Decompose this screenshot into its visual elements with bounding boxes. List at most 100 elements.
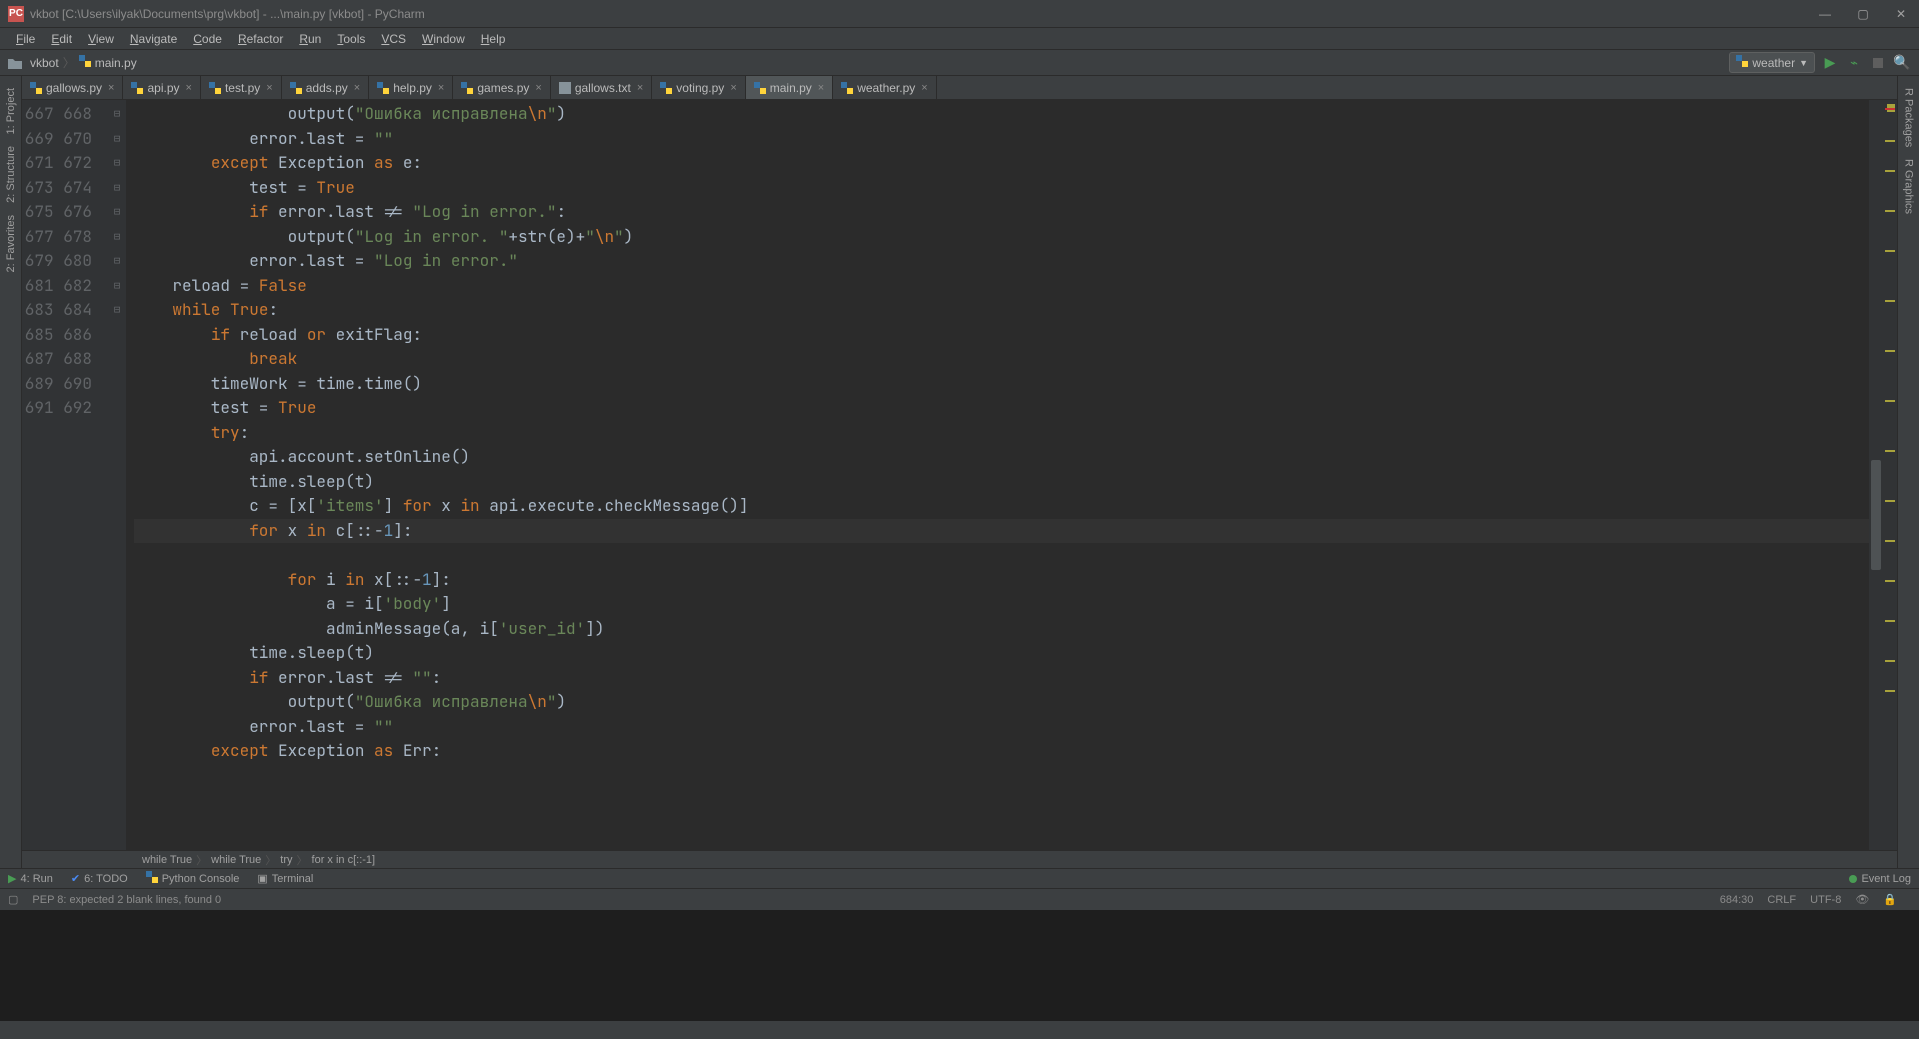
status-line-ending[interactable]: CRLF: [1767, 894, 1796, 906]
stop-button[interactable]: [1869, 54, 1887, 72]
warn-marker[interactable]: [1885, 210, 1895, 212]
file-tab-weather-py[interactable]: weather.py×: [833, 76, 936, 99]
run-config-name: weather: [1752, 56, 1795, 70]
app-icon: PC: [8, 6, 24, 22]
menu-refactor[interactable]: Refactor: [230, 30, 291, 48]
menu-window[interactable]: Window: [414, 30, 473, 48]
file-tab-help-py[interactable]: help.py×: [369, 76, 453, 99]
breadcrumb-item[interactable]: try: [280, 854, 292, 866]
tab-label: voting.py: [676, 81, 724, 95]
scrollbar-vertical[interactable]: [1869, 100, 1883, 850]
breadcrumb-file[interactable]: main.py: [95, 56, 137, 70]
breadcrumb-item[interactable]: while True: [211, 854, 261, 866]
tab-close-icon[interactable]: ×: [186, 82, 192, 94]
code-area[interactable]: output("Ошибка исправлена\n") error.last…: [126, 100, 1869, 850]
file-tab-gallows-txt[interactable]: gallows.txt×: [551, 76, 652, 99]
debug-button[interactable]: ⌁: [1845, 54, 1863, 72]
warn-marker[interactable]: [1885, 350, 1895, 352]
tab-close-icon[interactable]: ×: [438, 82, 444, 94]
tool-window-label: 6: TODO: [84, 873, 128, 885]
tab-close-icon[interactable]: ×: [921, 82, 927, 94]
tool-window-todo[interactable]: ✔6: TODO: [71, 872, 128, 885]
status-cursor-pos[interactable]: 684:30: [1720, 894, 1754, 906]
breadcrumb-item[interactable]: while True: [142, 854, 192, 866]
warn-marker[interactable]: [1885, 500, 1895, 502]
menu-run[interactable]: Run: [291, 30, 329, 48]
scrollbar-thumb[interactable]: [1871, 460, 1881, 570]
left-tool-gutter: 1: Project 2: Structure 2: Favorites: [0, 76, 22, 868]
side-tab-project[interactable]: 1: Project: [5, 88, 17, 134]
menu-edit[interactable]: Edit: [43, 30, 80, 48]
tab-close-icon[interactable]: ×: [730, 82, 736, 94]
file-tab-voting-py[interactable]: voting.py ×: [652, 76, 745, 99]
run-button[interactable]: ▶: [1821, 54, 1839, 72]
window-title: vkbot [C:\Users\ilyak\Documents\prg\vkbo…: [30, 7, 1815, 21]
side-tab-favorites[interactable]: 2: Favorites: [5, 215, 17, 272]
side-tab-rgraphics[interactable]: R Graphics: [1903, 159, 1915, 214]
status-square-icon[interactable]: ▢: [8, 893, 18, 906]
warn-marker[interactable]: [1885, 540, 1895, 542]
tab-close-icon[interactable]: ×: [354, 82, 360, 94]
status-lock-icon[interactable]: 🔒: [1883, 893, 1897, 906]
desktop-background: [0, 910, 1919, 1021]
menu-vcs[interactable]: VCS: [373, 30, 414, 48]
menu-tools[interactable]: Tools: [329, 30, 373, 48]
warn-marker[interactable]: [1885, 400, 1895, 402]
side-tab-structure[interactable]: 2: Structure: [5, 146, 17, 203]
file-tab-api-py[interactable]: api.py×: [123, 76, 200, 99]
tool-window-pythonconsole[interactable]: Python Console: [146, 871, 240, 886]
close-button[interactable]: ✕: [1891, 4, 1911, 24]
fold-gutter[interactable]: ⊟ ⊟ ⊟ ⊟ ⊟ ⊟ ⊟ ⊟ ⊟: [108, 100, 126, 850]
menu-help[interactable]: Help: [473, 30, 514, 48]
file-tab-test-py[interactable]: test.py×: [201, 76, 282, 99]
maximize-button[interactable]: ▢: [1853, 4, 1873, 24]
tab-close-icon[interactable]: ×: [108, 82, 114, 94]
file-tab-gallows-py[interactable]: gallows.py ×: [22, 76, 123, 99]
tab-label: gallows.py: [46, 81, 102, 95]
warn-marker[interactable]: [1885, 300, 1895, 302]
file-tab-main-py[interactable]: main.py ×: [746, 76, 833, 99]
status-inspections[interactable]: 👁: [1855, 893, 1869, 906]
menu-file[interactable]: File: [8, 30, 43, 48]
warn-marker[interactable]: [1885, 690, 1895, 692]
tool-window-run[interactable]: ▶4: Run: [8, 872, 53, 885]
minimize-button[interactable]: —: [1815, 4, 1835, 24]
warn-marker[interactable]: [1885, 170, 1895, 172]
menu-code[interactable]: Code: [185, 30, 230, 48]
run-config-selector[interactable]: weather ▼: [1729, 52, 1815, 73]
menu-view[interactable]: View: [80, 30, 122, 48]
dropdown-icon: ▼: [1799, 58, 1808, 68]
status-encoding[interactable]: UTF-8: [1810, 894, 1841, 906]
file-icon: [559, 82, 571, 94]
tab-close-icon[interactable]: ×: [818, 82, 824, 94]
event-log-button[interactable]: Event Log: [1849, 873, 1911, 885]
tab-close-icon[interactable]: ×: [266, 82, 272, 94]
menu-navigate[interactable]: Navigate: [122, 30, 185, 48]
error-marker[interactable]: [1885, 108, 1895, 110]
file-icon: [290, 82, 302, 94]
tab-close-icon[interactable]: ×: [637, 82, 643, 94]
tab-label: main.py: [770, 81, 812, 95]
breadcrumb-project[interactable]: vkbot: [30, 56, 59, 70]
file-tab-games-py[interactable]: games.py×: [453, 76, 550, 99]
warn-marker[interactable]: [1885, 620, 1895, 622]
file-icon: [461, 82, 473, 94]
line-number-gutter: 667 668 669 670 671 672 673 674 675 676 …: [22, 100, 108, 850]
code-editor[interactable]: 667 668 669 670 671 672 673 674 675 676 …: [22, 100, 1897, 850]
breadcrumb-item[interactable]: for x in c[::-1]: [312, 854, 376, 866]
warn-marker[interactable]: [1885, 580, 1895, 582]
tab-close-icon[interactable]: ×: [535, 82, 541, 94]
warn-marker[interactable]: [1885, 250, 1895, 252]
structure-breadcrumb: while True〉while True〉try〉for x in c[::-…: [22, 850, 1897, 868]
search-button[interactable]: 🔍: [1893, 54, 1911, 72]
side-tab-rpackages[interactable]: R Packages: [1903, 88, 1915, 147]
file-tabbar: gallows.py×api.py×test.py×adds.py×help.p…: [22, 76, 1897, 100]
warn-marker[interactable]: [1885, 450, 1895, 452]
run-icon: ▶: [8, 872, 16, 885]
warn-marker[interactable]: [1885, 660, 1895, 662]
right-tool-gutter: R Packages R Graphics: [1897, 76, 1919, 868]
error-stripe[interactable]: [1883, 100, 1897, 850]
warn-marker[interactable]: [1885, 140, 1895, 142]
file-tab-adds-py[interactable]: adds.py×: [282, 76, 369, 99]
tool-window-terminal[interactable]: ▣Terminal: [257, 872, 313, 885]
